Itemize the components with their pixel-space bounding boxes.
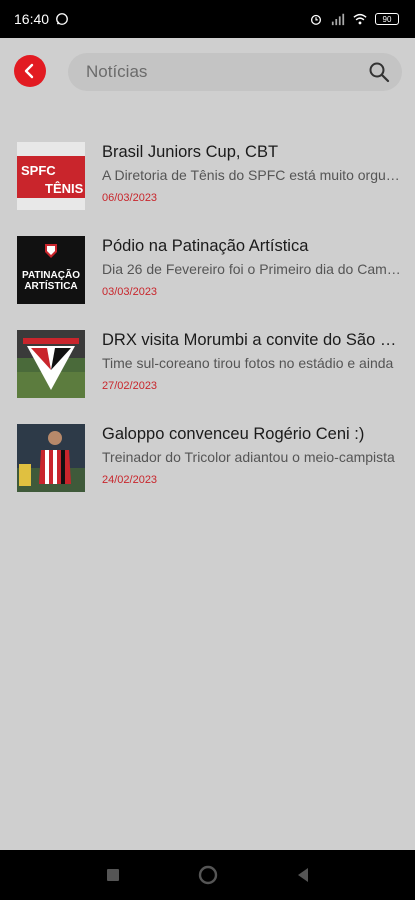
- news-thumbnail: PATINAÇÃO ARTÍSTICA: [17, 236, 85, 304]
- system-nav-bar: [0, 850, 415, 900]
- news-item[interactable]: SPFC TÊNIS Brasil Juniors Cup, CBT A Dir…: [0, 136, 415, 230]
- news-item[interactable]: PATINAÇÃO ARTÍSTICA Pódio na Patinação A…: [0, 230, 415, 324]
- news-description: Dia 26 de Fevereiro foi o Primeiro dia d…: [102, 261, 402, 277]
- back-nav-button[interactable]: [296, 867, 310, 883]
- news-title: DRX visita Morumbi a convite do São Paul…: [102, 331, 402, 349]
- news-title: Galoppo convenceu Rogério Ceni :): [102, 425, 365, 443]
- news-thumbnail: SPFC TÊNIS: [17, 142, 85, 210]
- svg-text:TÊNIS: TÊNIS: [45, 181, 84, 196]
- battery-level: 90: [382, 14, 392, 24]
- news-date: 24/02/2023: [102, 474, 158, 486]
- news-description: Treinador do Tricolor adiantou o meio-ca…: [102, 449, 395, 465]
- triangle-back-icon: [297, 868, 308, 882]
- news-date: 03/03/2023: [102, 286, 158, 298]
- signal-icon: [331, 13, 345, 26]
- whatsapp-icon: [56, 13, 68, 25]
- home-button[interactable]: [198, 865, 218, 885]
- news-item[interactable]: DRX visita Morumbi a convite do São Paul…: [0, 324, 415, 418]
- search-input[interactable]: [86, 62, 368, 82]
- news-thumbnail: [17, 424, 85, 492]
- svg-text:ARTÍSTICA: ARTÍSTICA: [24, 279, 77, 292]
- news-thumbnail: [17, 330, 85, 398]
- news-title: Brasil Juniors Cup, CBT: [102, 143, 279, 161]
- search-icon[interactable]: [368, 61, 390, 83]
- news-date: 27/02/2023: [102, 380, 158, 392]
- news-list: SPFC TÊNIS Brasil Juniors Cup, CBT A Dir…: [0, 136, 415, 512]
- recents-button[interactable]: [106, 868, 120, 882]
- news-date: 06/03/2023: [102, 192, 158, 204]
- square-icon: [106, 869, 119, 881]
- news-item[interactable]: Galoppo convenceu Rogério Ceni :) Treina…: [0, 418, 415, 512]
- alarm-icon: [310, 14, 322, 25]
- back-button[interactable]: [14, 55, 46, 87]
- news-screen: SPFC TÊNIS Brasil Juniors Cup, CBT A Dir…: [0, 38, 415, 850]
- news-description: Time sul-coreano tirou fotos no estádio …: [102, 355, 394, 371]
- search-bar[interactable]: [68, 53, 402, 91]
- svg-text:PATINAÇÃO: PATINAÇÃO: [22, 268, 80, 281]
- chevron-left-icon: [24, 63, 34, 79]
- clock: 16:40: [14, 11, 50, 27]
- status-bar: 16:40 90: [0, 0, 415, 38]
- battery-icon: 90: [375, 13, 399, 25]
- svg-text:SPFC: SPFC: [21, 163, 56, 178]
- wifi-icon: [353, 13, 367, 25]
- circle-icon: [198, 865, 217, 885]
- news-description: A Diretoria de Tênis do SPFC está muito …: [102, 167, 402, 183]
- news-title: Pódio na Patinação Artística: [102, 237, 309, 255]
- header: [0, 38, 415, 106]
